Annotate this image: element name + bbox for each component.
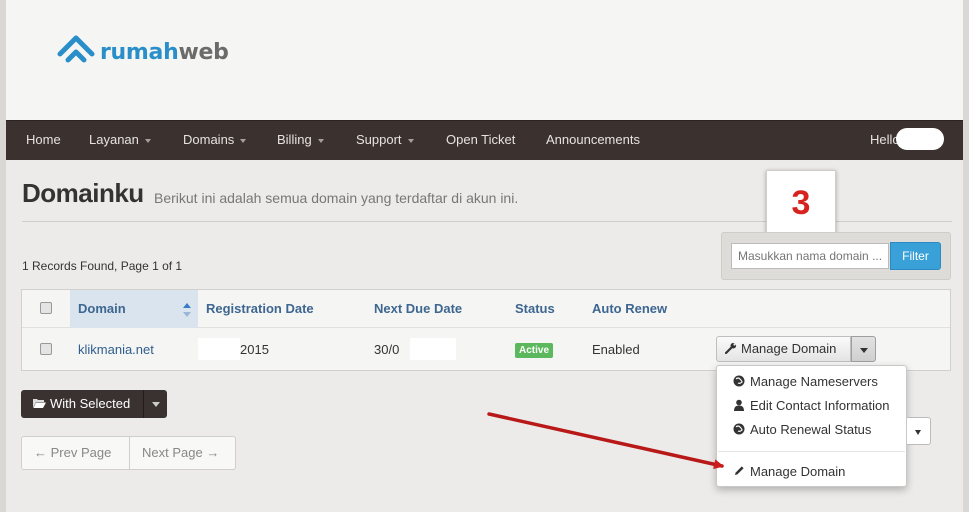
nav-home-label: Home [26,132,61,147]
nav-layanan[interactable]: Layanan [89,121,151,161]
nav-announcements[interactable]: Announcements [546,121,640,161]
with-selected-label: With Selected [50,396,131,411]
menu-item-label: Auto Renewal Status [750,422,872,437]
menu-item-manage-nameservers[interactable]: Manage Nameservers [733,374,878,389]
page-subtitle: Berikut ini adalah semua domain yang ter… [154,190,519,206]
with-selected-button[interactable]: With Selected [21,390,143,418]
caret-down-icon [152,402,160,407]
globe-icon [733,375,745,387]
manage-domain-button-label: Manage Domain [741,341,837,356]
next-page-button[interactable]: Next Page → [130,436,236,470]
step-number: 3 [791,184,811,222]
menu-item-edit-contact[interactable]: Edit Contact Information [733,398,889,413]
main-navbar: Home Layanan Domains Billing Support Ope… [6,120,963,160]
th-status[interactable]: Status [515,301,555,316]
caret-down-icon [860,348,868,353]
th-domain[interactable]: Domain [78,301,126,316]
site-header: rumahweb [6,0,963,120]
menu-item-manage-domain[interactable]: Manage Domain [733,464,845,479]
select-all-checkbox[interactable] [40,302,52,314]
nav-user-menu[interactable]: Hello [870,121,900,161]
nav-open-ticket-label: Open Ticket [446,132,516,147]
prev-page-button[interactable]: ← Prev Page [21,436,130,470]
logo-text-rumah: rumah [100,39,179,65]
menu-item-label: Edit Contact Information [750,398,890,413]
registration-date-cell: 2015 [240,342,269,357]
nav-open-ticket[interactable]: Open Ticket [446,121,515,161]
th-next-due-date[interactable]: Next Due Date [374,301,462,316]
folder-open-icon [33,399,46,408]
nav-support-label: Support [356,132,402,147]
filter-button[interactable]: Filter [890,242,941,270]
logo[interactable]: rumahweb [56,32,229,72]
menu-item-auto-renewal[interactable]: Auto Renewal Status [733,422,871,437]
nav-support[interactable]: Support [356,121,414,161]
menu-divider [718,451,905,452]
username-redaction [896,128,944,150]
nav-announcements-label: Announcements [546,132,640,147]
caret-down-icon [317,138,324,143]
nav-billing-label: Billing [277,132,312,147]
results-per-page-select[interactable] [907,417,931,445]
manage-domain-dropdown-menu: Manage Nameservers Edit Contact Informat… [716,365,907,487]
page-title: Domainku [22,178,144,208]
domain-link[interactable]: klikmania.net [78,342,154,357]
nav-home[interactable]: Home [26,121,61,161]
nav-domains-label: Domains [183,132,235,147]
th-auto-renew[interactable]: Auto Renew [592,301,667,316]
domain-filter-input[interactable] [731,243,889,269]
logo-text: rumahweb [100,40,229,65]
row-checkbox[interactable] [40,343,52,355]
status-badge: Active [515,343,554,358]
menu-item-label: Manage Nameservers [750,374,878,389]
user-icon [734,399,744,411]
step-callout: 3 [766,170,836,234]
records-info: 1 Records Found, Page 1 of 1 [22,259,183,273]
pencil-icon [735,466,744,475]
caret-down-icon [144,138,151,143]
caret-down-icon [240,138,247,143]
th-registration-date[interactable]: Registration Date [206,301,314,316]
caret-down-icon [915,430,921,435]
caret-down-icon [407,138,414,143]
manage-domain-button[interactable]: Manage Domain [716,336,851,362]
next-due-date-cell: 30/0 [374,342,400,357]
auto-renew-cell: Enabled [592,342,640,357]
with-selected-dropdown-toggle[interactable] [143,390,167,418]
pagination: ← Prev Page Next Page → [21,436,236,470]
redaction-mask [410,338,456,360]
logo-mark-icon [57,35,95,63]
page-edge-right [963,0,969,512]
sort-icon[interactable] [182,302,192,318]
wrench-icon [725,342,737,354]
logo-text-web: web [178,39,229,65]
globe-icon [733,423,745,435]
nav-domains[interactable]: Domains [183,121,247,161]
manage-domain-dropdown-toggle[interactable] [851,336,876,362]
table-header: Domain Registration Date Next Due Date S… [22,290,950,328]
menu-item-label: Manage Domain [750,464,846,479]
nav-layanan-label: Layanan [89,132,139,147]
redaction-mask [198,338,240,360]
nav-billing[interactable]: Billing [277,121,324,161]
